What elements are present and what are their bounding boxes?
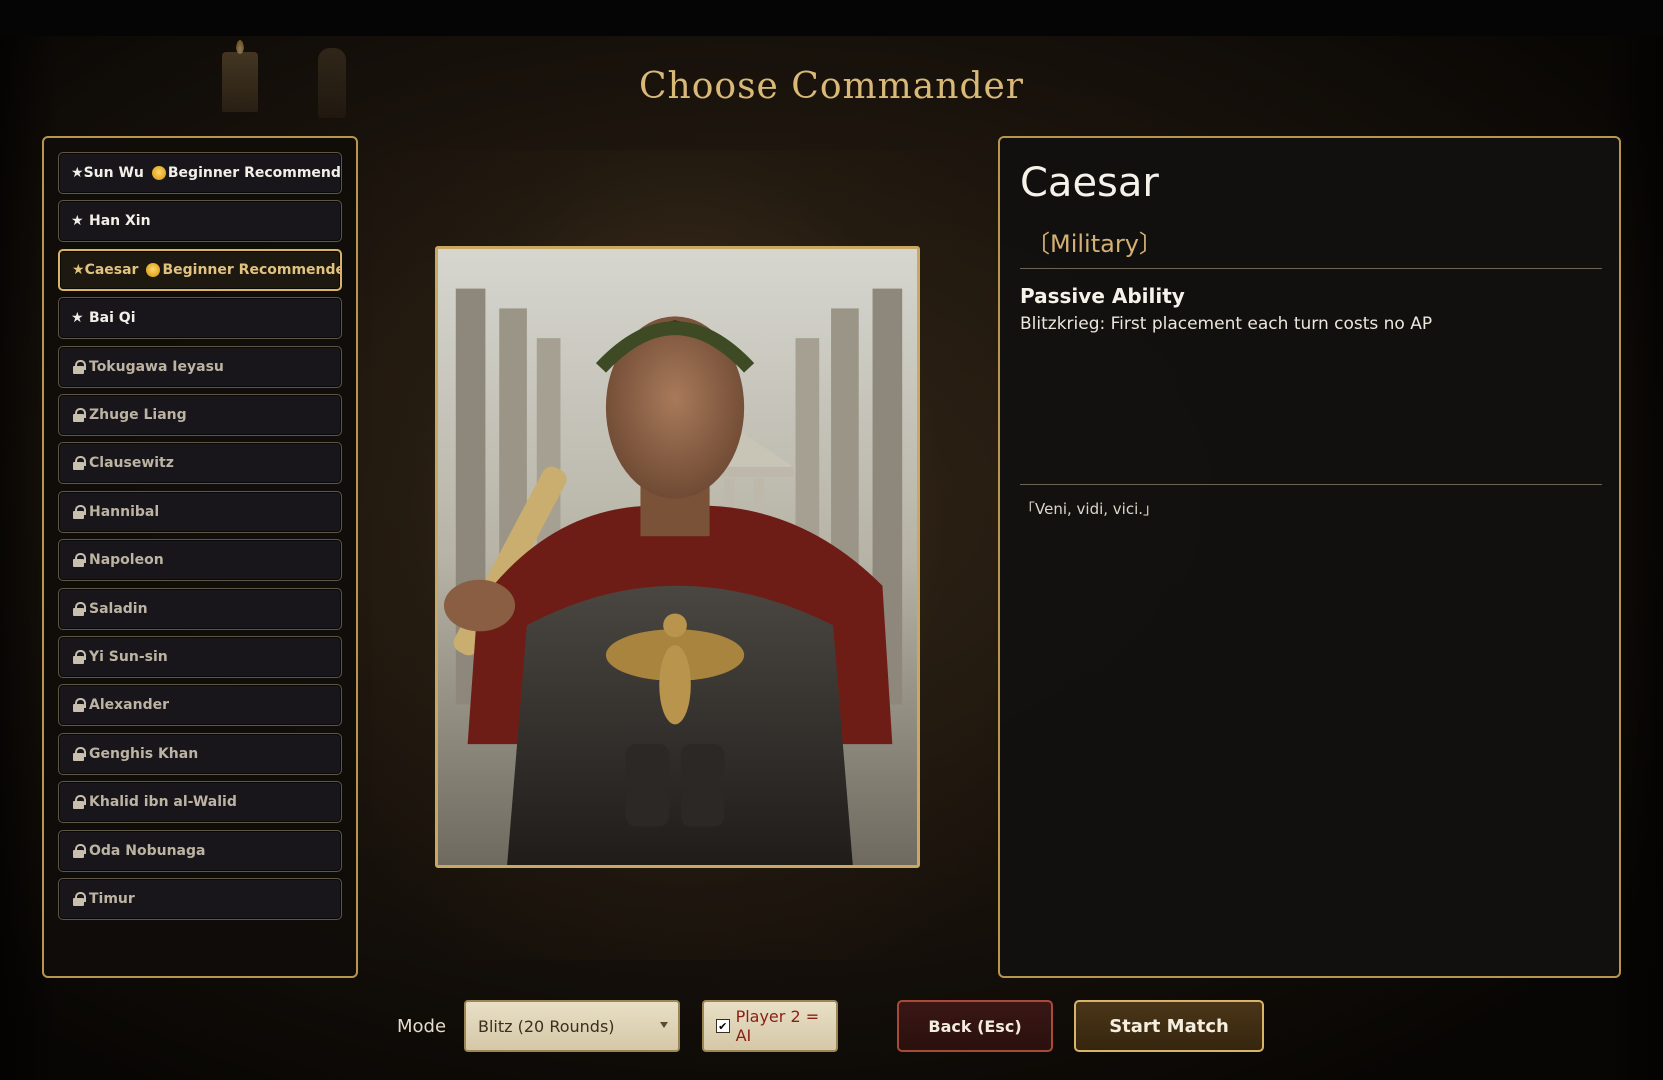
lock-icon — [71, 601, 89, 616]
divider — [1020, 484, 1602, 485]
checkbox-checked-icon[interactable]: ✔ — [716, 1019, 730, 1033]
back-button[interactable]: Back (Esc) — [897, 1000, 1053, 1052]
star-icon: ★ — [72, 261, 85, 278]
caesar-portrait-image — [438, 249, 917, 865]
star-icon: ★ — [71, 213, 84, 230]
commander-item-name: Tokugawa Ieyasu — [89, 358, 224, 375]
commander-category: 〔Military〕 — [1026, 230, 1163, 258]
beginner-badge-label: Beginner Recommended — [162, 261, 342, 278]
commander-item-name: Sun Wu — [83, 165, 144, 181]
lock-icon — [71, 746, 89, 761]
ability-heading: Passive Ability — [1020, 284, 1185, 308]
lock-icon — [71, 504, 89, 519]
commander-item-name: Alexander — [89, 697, 169, 714]
lock-icon — [71, 892, 89, 906]
beginner-badge: Beginner Recommended — [146, 261, 342, 278]
commander-item[interactable]: Khalid ibn al-Walid — [58, 781, 342, 824]
commander-item-name: Clausewitz — [89, 455, 174, 472]
commander-item[interactable]: Napoleon — [58, 539, 342, 582]
commander-name: Caesar — [1020, 160, 1159, 206]
lock-icon — [71, 698, 89, 713]
commander-item[interactable]: Hannibal — [58, 490, 342, 533]
commander-item-name: Timur — [89, 891, 135, 907]
start-match-button[interactable]: Start Match — [1074, 1000, 1264, 1052]
commander-item[interactable]: Saladin — [58, 587, 342, 630]
commander-item[interactable]: Oda Nobunaga — [58, 829, 342, 872]
commander-item-name: Khalid ibn al-Walid — [89, 794, 237, 811]
commander-item-name: Caesar — [84, 261, 139, 278]
player2-ai-label: Player 2 = AI — [735, 1007, 820, 1045]
player2-ai-toggle[interactable]: ✔ Player 2 = AI — [702, 1000, 838, 1052]
divider — [1020, 268, 1602, 269]
commander-item-name: Yi Sun-sin — [89, 649, 168, 665]
commander-item-name: Bai Qi — [89, 310, 136, 327]
top-bar — [0, 0, 1663, 36]
beginner-badge-icon — [151, 166, 166, 180]
commander-item[interactable]: Tokugawa Ieyasu — [58, 345, 342, 388]
commander-item-name: Oda Nobunaga — [89, 842, 206, 859]
star-icon: ★ — [71, 310, 84, 327]
commander-item-name: Han Xin — [89, 213, 151, 230]
mode-select[interactable]: Blitz (20 Rounds) — [464, 1000, 680, 1052]
commander-item[interactable]: Yi Sun-sin — [58, 636, 342, 678]
commander-item[interactable]: ★ Caesar Beginner Recommended — [58, 248, 342, 291]
lock-icon — [71, 456, 89, 471]
commander-item[interactable]: Alexander — [58, 684, 342, 727]
lock-icon — [71, 553, 89, 568]
commander-item[interactable]: Zhuge Liang — [58, 394, 342, 436]
ability-description: Blitzkrieg: First placement each turn co… — [1020, 314, 1433, 334]
beginner-badge-label: Beginner Recommended — [167, 165, 342, 181]
commander-item-name: Genghis Khan — [89, 745, 199, 762]
lock-icon — [71, 650, 89, 664]
commander-item[interactable]: ★ Bai Qi — [58, 297, 342, 340]
lock-icon — [71, 359, 89, 374]
commander-detail-panel: Caesar 〔Military〕 Passive Ability Blitzk… — [998, 136, 1621, 978]
page-title: Choose Commander — [639, 66, 1024, 107]
star-icon: ★ — [71, 165, 84, 181]
commander-item[interactable]: Timur — [58, 878, 342, 920]
commander-item[interactable]: ★ Han Xin — [58, 200, 342, 243]
mode-select-value: Blitz (20 Rounds) — [478, 1016, 615, 1036]
lock-icon — [71, 843, 89, 858]
commander-item-name: Hannibal — [89, 503, 160, 520]
commander-item[interactable]: Clausewitz — [58, 442, 342, 485]
lock-icon — [71, 795, 89, 810]
beginner-badge: Beginner Recommended — [151, 165, 342, 181]
chevron-down-icon — [660, 1022, 668, 1028]
lock-icon — [71, 408, 89, 422]
commander-item-name: Napoleon — [89, 552, 164, 569]
commander-item-name: Saladin — [89, 600, 148, 617]
commander-quote: 「Veni, vidi, vici.」 — [1020, 500, 1159, 518]
commander-item[interactable]: Genghis Khan — [58, 732, 342, 775]
beginner-badge-icon — [146, 262, 161, 277]
commander-item-name: Zhuge Liang — [89, 407, 187, 423]
commander-portrait — [435, 246, 920, 868]
commander-list: ★ Sun Wu Beginner Recommended ★ Han Xin ★ Caes… — [42, 136, 358, 978]
mode-label: Mode — [397, 1016, 447, 1037]
commander-item[interactable]: ★ Sun Wu Beginner Recommended — [58, 152, 342, 194]
